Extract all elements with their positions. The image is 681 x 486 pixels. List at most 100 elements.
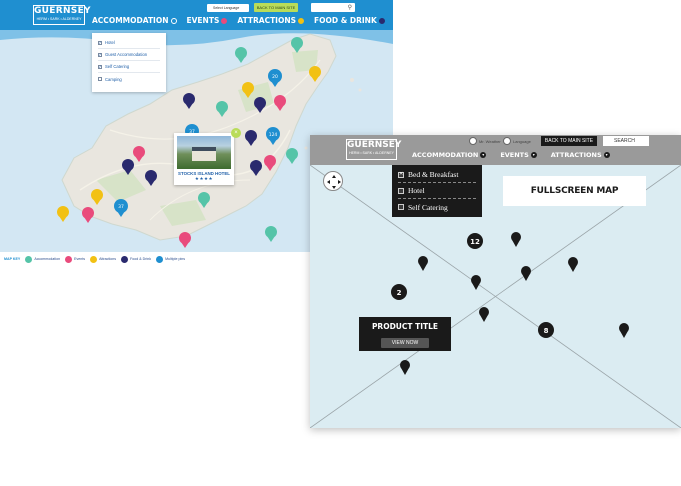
filter-label: Bed & Breakfast <box>408 170 459 179</box>
accommodation-dropdown: ✕ Bed & Breakfast Hotel Self Catering <box>392 165 482 217</box>
checkbox-icon[interactable] <box>98 64 102 69</box>
wireframe-mockup: 12 2 8 GUERNSEY HERM • SARK • ALDERNEY M… <box>310 135 681 428</box>
filter-guest-accommodation[interactable]: Guest Accommodation <box>98 49 160 61</box>
nav-label: ATTRACTIONS <box>237 16 297 25</box>
logo-tagline: HERM • SARK • ALDERNEY <box>349 151 394 155</box>
guernsey-logo[interactable]: GUERNSEY HERM • SARK • ALDERNEY <box>33 5 91 25</box>
main-nav: ACCOMMODATION EVENTS ATTRACTIONS FOOD & … <box>92 16 385 25</box>
map-popup[interactable]: STOCKS ISLAND HOTEL ★★★★ <box>174 133 234 185</box>
map-pin-accommodation[interactable] <box>235 47 247 63</box>
events-icon <box>65 255 73 263</box>
nav-accommodation[interactable]: ACCOMMODATION ▾ <box>412 151 487 159</box>
checkbox-icon[interactable] <box>98 77 102 81</box>
key-accommodation: Accommodation <box>25 255 61 263</box>
filter-bed-breakfast[interactable]: ✕ Bed & Breakfast <box>398 167 476 183</box>
svg-text:37: 37 <box>118 204 124 210</box>
filter-self-catering[interactable]: Self Catering <box>398 199 476 215</box>
map-pin-accommodation[interactable] <box>265 226 277 242</box>
filter-self-catering[interactable]: Self Catering <box>98 61 160 73</box>
nav-label: ATTRACTIONS <box>550 151 602 159</box>
composite-stage: 20 37 124 37 GUERNSEY HERM • SARK • ALDE… <box>0 0 681 486</box>
svg-text:20: 20 <box>272 74 278 80</box>
map-cluster[interactable]: 2 <box>391 284 407 300</box>
language-select[interactable]: Select Language <box>207 4 249 12</box>
nav-events[interactable]: EVENTS <box>187 16 228 25</box>
nav-accommodation[interactable]: ACCOMMODATION <box>92 16 177 25</box>
back-to-main-site-button[interactable]: BACK TO MAIN SITE <box>254 3 298 12</box>
nav-label: FOOD & DRINK <box>314 16 377 25</box>
filter-label: Hotel <box>408 186 425 195</box>
search-input[interactable]: ⚲ <box>311 3 355 12</box>
filter-hotel[interactable]: Hotel <box>398 183 476 199</box>
checkbox-icon[interactable]: ✕ <box>398 171 404 178</box>
nav-label: ACCOMMODATION <box>412 151 479 159</box>
star-rating: ★★★★ <box>194 176 214 181</box>
svg-text:12: 12 <box>470 238 480 246</box>
back-to-main-site-button[interactable]: BACK TO MAIN SITE <box>541 136 597 146</box>
radio-label: Language <box>513 138 531 144</box>
checkbox-icon[interactable] <box>398 187 404 194</box>
chevron-down-icon: ▾ <box>603 152 610 158</box>
checkbox-icon[interactable] <box>98 40 102 45</box>
nav-toggle-icon <box>378 17 385 24</box>
map-cluster[interactable]: 12 <box>467 233 483 249</box>
weather-toggle[interactable]: Mr. Weather <box>469 137 501 145</box>
map-pin-event[interactable] <box>82 207 94 223</box>
accommodation-icon <box>25 255 33 263</box>
map-pin-accommodation[interactable] <box>286 148 298 164</box>
map-key-label: MAP KEY <box>4 257 21 261</box>
hotel-photo <box>177 136 231 169</box>
key-label: Multiple pins <box>165 257 186 261</box>
wireframe-nav: ACCOMMODATION ▾ EVENTS ▾ ATTRACTIONS ▾ <box>412 151 610 159</box>
key-multiple-pins: Multiple pins <box>156 255 186 263</box>
svg-text:8: 8 <box>544 327 549 335</box>
language-toggle[interactable]: Language <box>503 137 531 145</box>
logo-tagline: HERM • SARK • ALDERNEY <box>36 17 82 21</box>
checkbox-icon[interactable] <box>398 204 404 210</box>
search-input[interactable]: SEARCH <box>603 136 649 146</box>
filter-label: Guest Accommodation <box>105 52 148 57</box>
view-now-button[interactable]: VIEW NOW <box>381 338 429 348</box>
key-label: Accommodation <box>34 257 61 261</box>
radio-icon[interactable] <box>469 137 477 145</box>
nav-toggle-icon <box>170 17 177 24</box>
nav-events[interactable]: EVENTS ▾ <box>500 151 537 159</box>
svg-text:124: 124 <box>269 132 278 138</box>
product-title: PRODUCT TITLE <box>371 322 439 331</box>
nav-label: ACCOMMODATION <box>92 16 169 25</box>
design-header: GUERNSEY HERM • SARK • ALDERNEY Select L… <box>0 0 393 30</box>
radio-label: Mr. Weather <box>479 138 501 144</box>
expand-icon[interactable] <box>323 171 343 191</box>
map-pin-event[interactable] <box>179 232 191 248</box>
filter-camping[interactable]: Camping <box>98 73 160 85</box>
chevron-down-icon: ▾ <box>530 152 537 158</box>
key-label: Attractions <box>99 257 117 261</box>
house-illustration <box>192 147 216 161</box>
wireframe-header: GUERNSEY HERM • SARK • ALDERNEY Mr. Weat… <box>310 135 681 165</box>
filter-label: Self Catering <box>105 64 130 69</box>
key-label: Food & Drink <box>130 257 152 261</box>
guernsey-logo[interactable]: GUERNSEY HERM • SARK • ALDERNEY <box>346 139 401 160</box>
filter-hotel[interactable]: Hotel <box>98 37 160 49</box>
product-popup[interactable]: PRODUCT TITLE VIEW NOW <box>359 317 451 351</box>
logo-text: GUERNSEY <box>34 6 91 16</box>
radio-icon[interactable] <box>503 137 511 145</box>
nav-attractions[interactable]: ATTRACTIONS ▾ <box>551 151 610 159</box>
svg-text:2: 2 <box>397 289 402 297</box>
fullscreen-map-label[interactable]: FULLSCREEN MAP <box>503 176 646 206</box>
nav-toggle-icon <box>221 17 228 24</box>
checkbox-icon[interactable] <box>98 52 102 57</box>
key-food-drink: Food & Drink <box>121 255 152 263</box>
attractions-icon <box>90 255 98 263</box>
close-icon[interactable]: × <box>231 128 241 138</box>
filter-label: Hotel <box>105 40 115 45</box>
map-pin-attraction[interactable] <box>57 206 69 222</box>
nav-food-drink[interactable]: FOOD & DRINK <box>314 16 385 25</box>
filter-label: Camping <box>105 76 122 82</box>
nav-label: EVENTS <box>500 151 529 159</box>
key-attractions: Attractions <box>90 255 117 263</box>
chevron-down-icon: ▾ <box>480 152 487 158</box>
nav-attractions[interactable]: ATTRACTIONS <box>237 16 305 25</box>
map-cluster[interactable]: 8 <box>538 322 554 338</box>
key-events: Events <box>65 255 85 263</box>
